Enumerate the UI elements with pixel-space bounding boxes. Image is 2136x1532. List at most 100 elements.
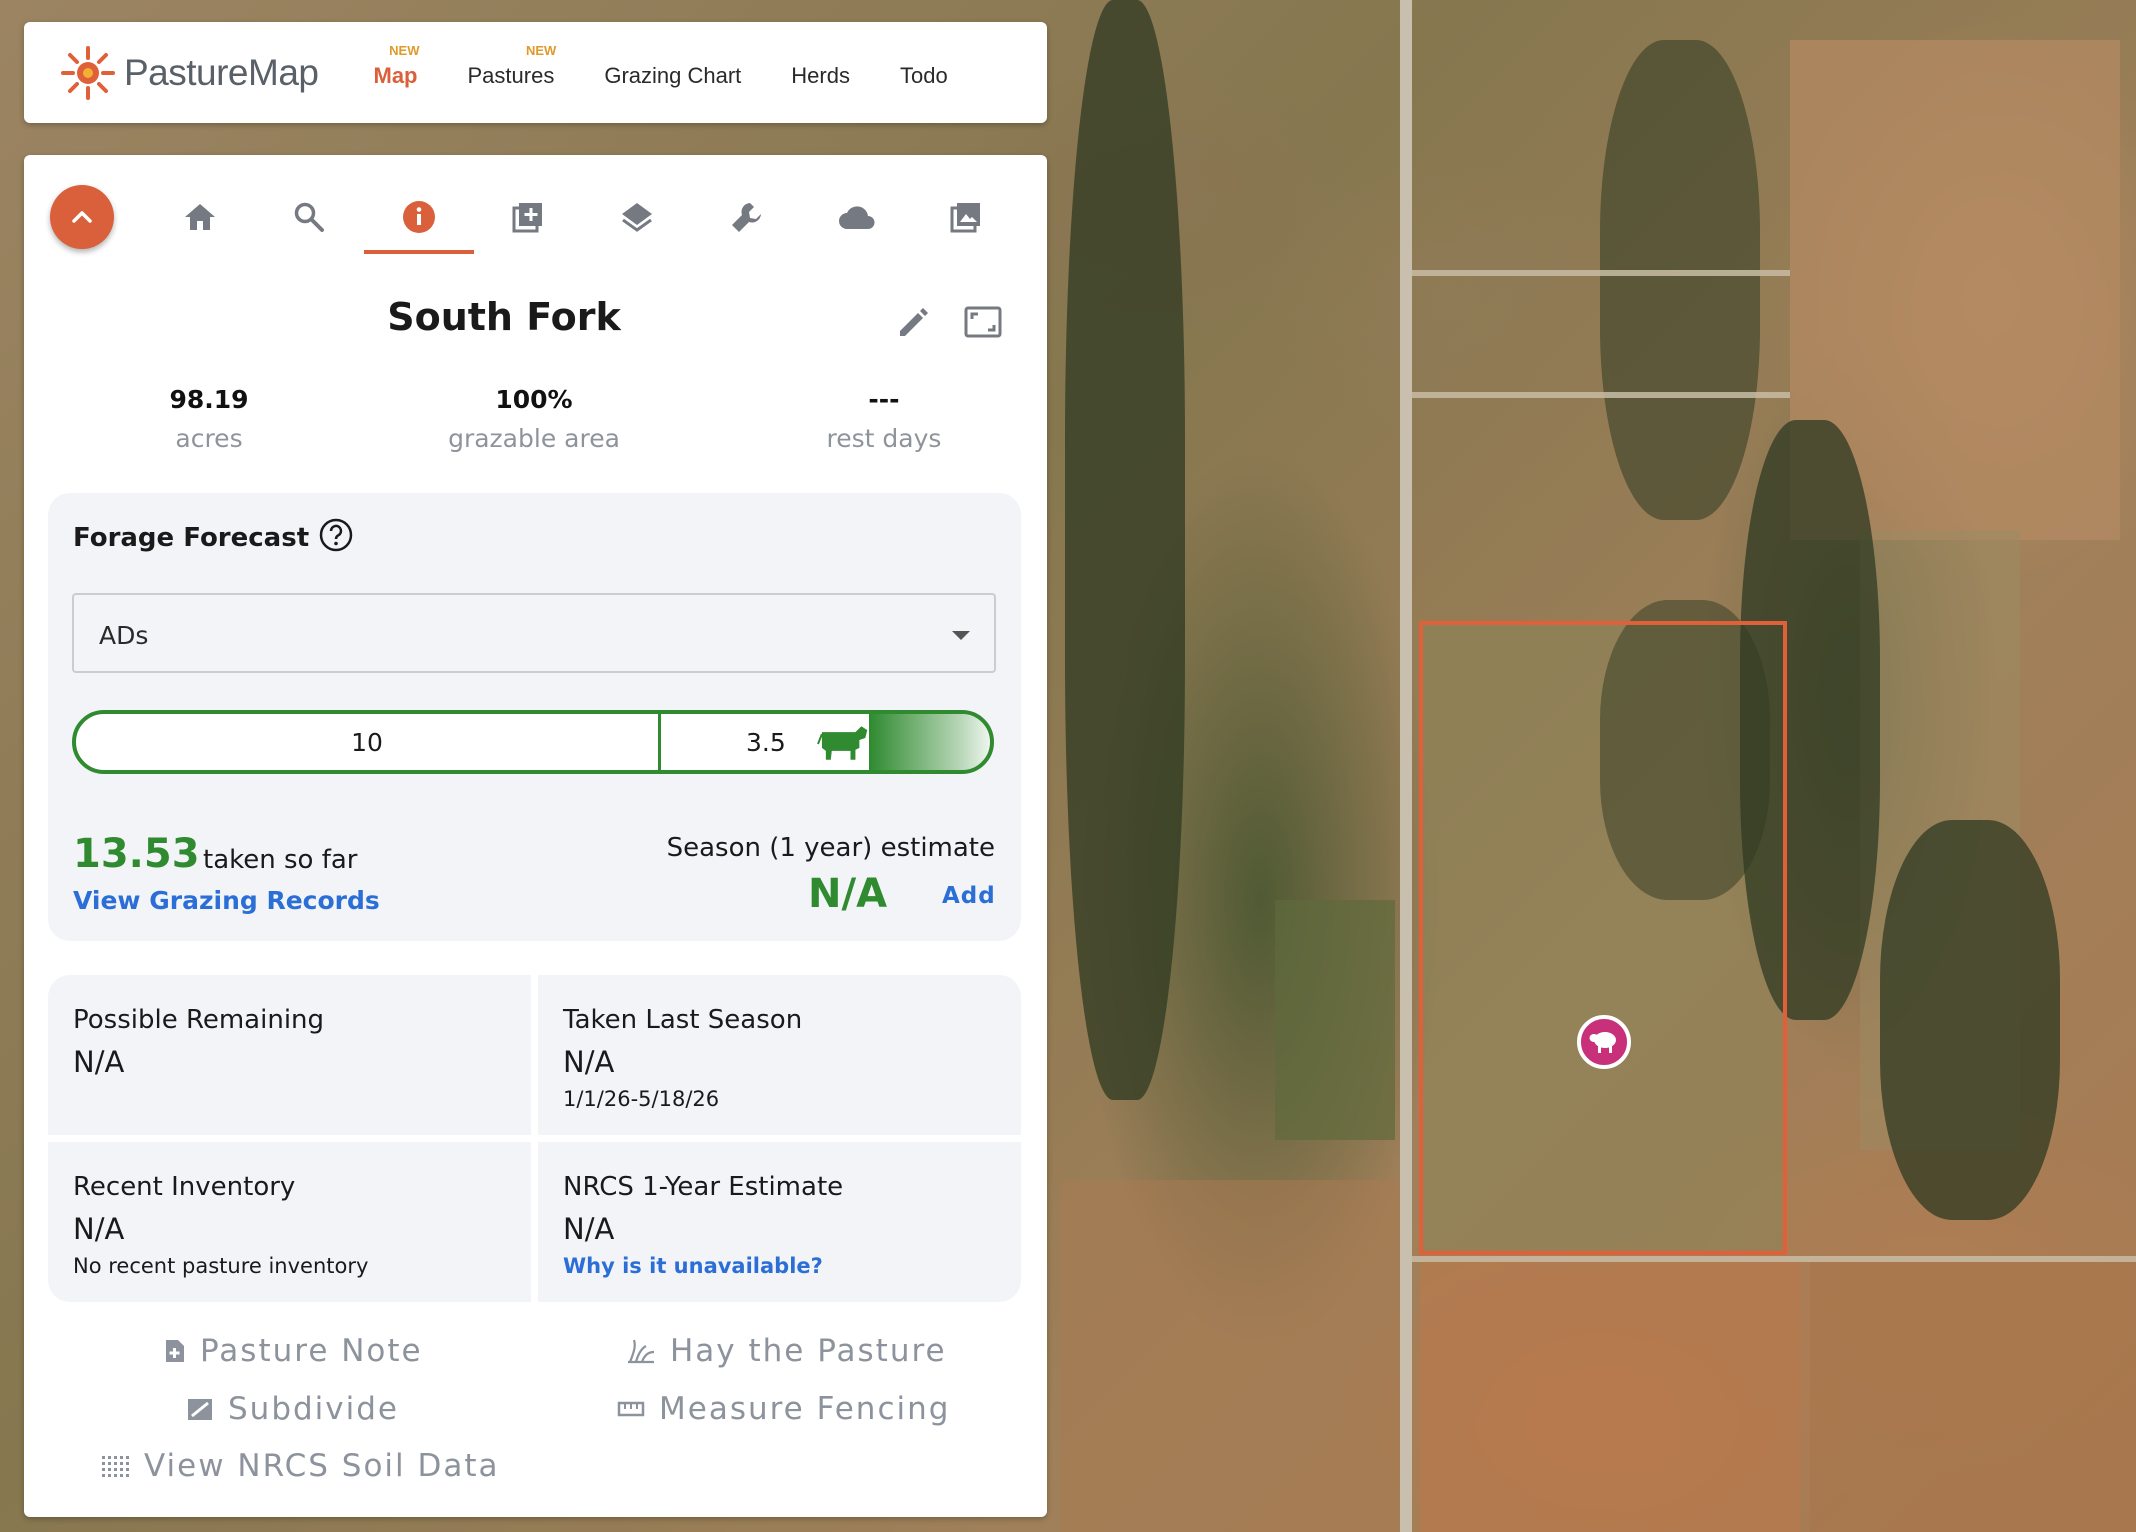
stat-acres: 98.19 acres xyxy=(114,385,304,453)
view-grazing-records-link[interactable]: View Grazing Records xyxy=(73,886,380,915)
map-field xyxy=(1810,1260,2136,1532)
expand-button[interactable] xyxy=(964,305,1002,343)
note-icon xyxy=(166,1340,184,1362)
nav-herds[interactable]: Herds xyxy=(791,57,850,89)
stat-value: 100% xyxy=(495,385,573,414)
search-button[interactable] xyxy=(285,193,333,241)
stat-value: 98.19 xyxy=(169,385,249,414)
pasture-note-button[interactable]: Pasture Note xyxy=(164,1333,423,1369)
forage-bar-taken: 10 xyxy=(76,714,661,770)
metric-title: Recent Inventory xyxy=(73,1172,296,1202)
taken-last-season-card: Taken Last Season N/A 1/1/26-5/18/26 xyxy=(538,975,1021,1135)
pasture-title: South Fork xyxy=(387,295,621,339)
map-field xyxy=(1420,1260,1800,1532)
pasture-panel: South Fork 98.19 acres 100% grazable are… xyxy=(24,155,1047,1517)
add-layer-button[interactable] xyxy=(504,193,552,241)
forecast-title: Forage Forecast xyxy=(73,523,310,553)
stat-grazable-area: 100% grazable area xyxy=(404,385,664,453)
nav-pastures-label: Pastures xyxy=(467,62,555,88)
forage-bar-current: 3.5 xyxy=(661,714,869,770)
unit-select[interactable]: ADs xyxy=(72,593,996,673)
map-road xyxy=(1410,1256,2136,1262)
nav-grazing-chart[interactable]: Grazing Chart xyxy=(604,57,741,89)
nav-map-label: Map xyxy=(373,62,418,88)
metric-value: N/A xyxy=(563,1212,615,1246)
tools-button[interactable] xyxy=(723,193,771,241)
info-icon xyxy=(403,201,435,233)
info-button[interactable] xyxy=(395,193,443,241)
forage-forecast-card: Forage Forecast ADs 10 3.5 13.53 taken s… xyxy=(48,493,1021,941)
why-unavailable-link[interactable]: Why is it unavailable? xyxy=(563,1254,823,1278)
add-estimate-button[interactable]: Add xyxy=(942,883,996,909)
tree-cover xyxy=(1600,40,1760,520)
tree-cover xyxy=(1065,0,1185,1100)
season-estimate-label: Season (1 year) estimate xyxy=(666,833,995,863)
metric-note: No recent pasture inventory xyxy=(73,1254,369,1278)
stat-label: grazable area xyxy=(448,424,620,453)
subdivide-label: Subdivide xyxy=(228,1391,400,1427)
forage-bar: 10 3.5 xyxy=(72,710,994,774)
map-road xyxy=(1410,270,1790,276)
nrcs-soil-data-button[interactable]: View NRCS Soil Data xyxy=(100,1448,500,1484)
sun-logo-icon xyxy=(61,45,115,100)
map-field xyxy=(1275,900,1395,1140)
forage-bar-value: 3.5 xyxy=(746,727,786,757)
logo-text: PastureMap xyxy=(124,51,319,93)
expand-icon xyxy=(964,306,1002,338)
logo[interactable]: PastureMap xyxy=(60,45,319,101)
chevron-up-icon xyxy=(72,211,92,223)
metric-title: NRCS 1-Year Estimate xyxy=(563,1172,844,1202)
hay-pasture-button[interactable]: Hay the Pasture xyxy=(626,1333,947,1369)
wrench-icon xyxy=(732,203,761,232)
subdivide-button[interactable]: Subdivide xyxy=(186,1391,399,1427)
metric-value: N/A xyxy=(73,1212,125,1246)
measure-fencing-button[interactable]: Measure Fencing xyxy=(617,1391,950,1427)
possible-remaining-card: Possible Remaining N/A xyxy=(48,975,531,1135)
metric-value: N/A xyxy=(73,1045,125,1079)
sheep-icon xyxy=(1589,1032,1616,1053)
pasture-boundary[interactable] xyxy=(1419,621,1787,1255)
nav-map[interactable]: NEW Map xyxy=(373,43,420,89)
nav-pastures[interactable]: NEW Pastures xyxy=(467,43,557,89)
subdivide-icon xyxy=(188,1399,212,1420)
map-road xyxy=(1410,392,1790,398)
image-icon xyxy=(950,203,980,233)
metric-date-range: 1/1/26-5/18/26 xyxy=(563,1087,720,1111)
stat-rest-days: --- rest days xyxy=(784,385,984,453)
nrcs-estimate-card: NRCS 1-Year Estimate N/A Why is it unava… xyxy=(538,1142,1021,1302)
new-badge: NEW xyxy=(389,42,420,58)
home-icon xyxy=(185,204,215,230)
metric-title: Taken Last Season xyxy=(563,1005,803,1035)
stat-value: --- xyxy=(868,385,900,414)
search-icon xyxy=(294,202,324,232)
hay-pasture-label: Hay the Pasture xyxy=(670,1333,947,1369)
layers-icon xyxy=(622,203,652,232)
help-button[interactable] xyxy=(318,517,354,557)
season-estimate-value: N/A xyxy=(808,871,888,917)
home-button[interactable] xyxy=(176,193,224,241)
map-road xyxy=(1400,0,1412,1532)
nrcs-soil-data-label: View NRCS Soil Data xyxy=(144,1448,500,1484)
nav-todo[interactable]: Todo xyxy=(900,57,948,89)
hay-icon xyxy=(628,1339,655,1364)
unit-select-value: ADs xyxy=(99,621,149,650)
pasture-note-label: Pasture Note xyxy=(200,1333,423,1369)
cloud-icon xyxy=(839,206,875,229)
weather-button[interactable] xyxy=(833,193,881,241)
metric-value: N/A xyxy=(563,1045,615,1079)
forage-bar-remaining xyxy=(869,714,990,770)
edit-button[interactable] xyxy=(896,305,930,343)
images-button[interactable] xyxy=(942,193,990,241)
measure-fencing-label: Measure Fencing xyxy=(659,1391,951,1427)
ruler-icon xyxy=(617,1401,645,1417)
add-layer-icon xyxy=(512,203,542,233)
taken-value: 13.53 xyxy=(73,831,200,877)
layers-button[interactable] xyxy=(613,193,661,241)
cow-icon xyxy=(816,726,868,760)
pencil-icon xyxy=(900,308,928,336)
soil-grid-icon xyxy=(102,1456,129,1477)
collapse-button[interactable] xyxy=(50,185,114,249)
stat-label: rest days xyxy=(826,424,942,453)
herd-marker[interactable] xyxy=(1577,1015,1631,1069)
recent-inventory-card: Recent Inventory N/A No recent pasture i… xyxy=(48,1142,531,1302)
